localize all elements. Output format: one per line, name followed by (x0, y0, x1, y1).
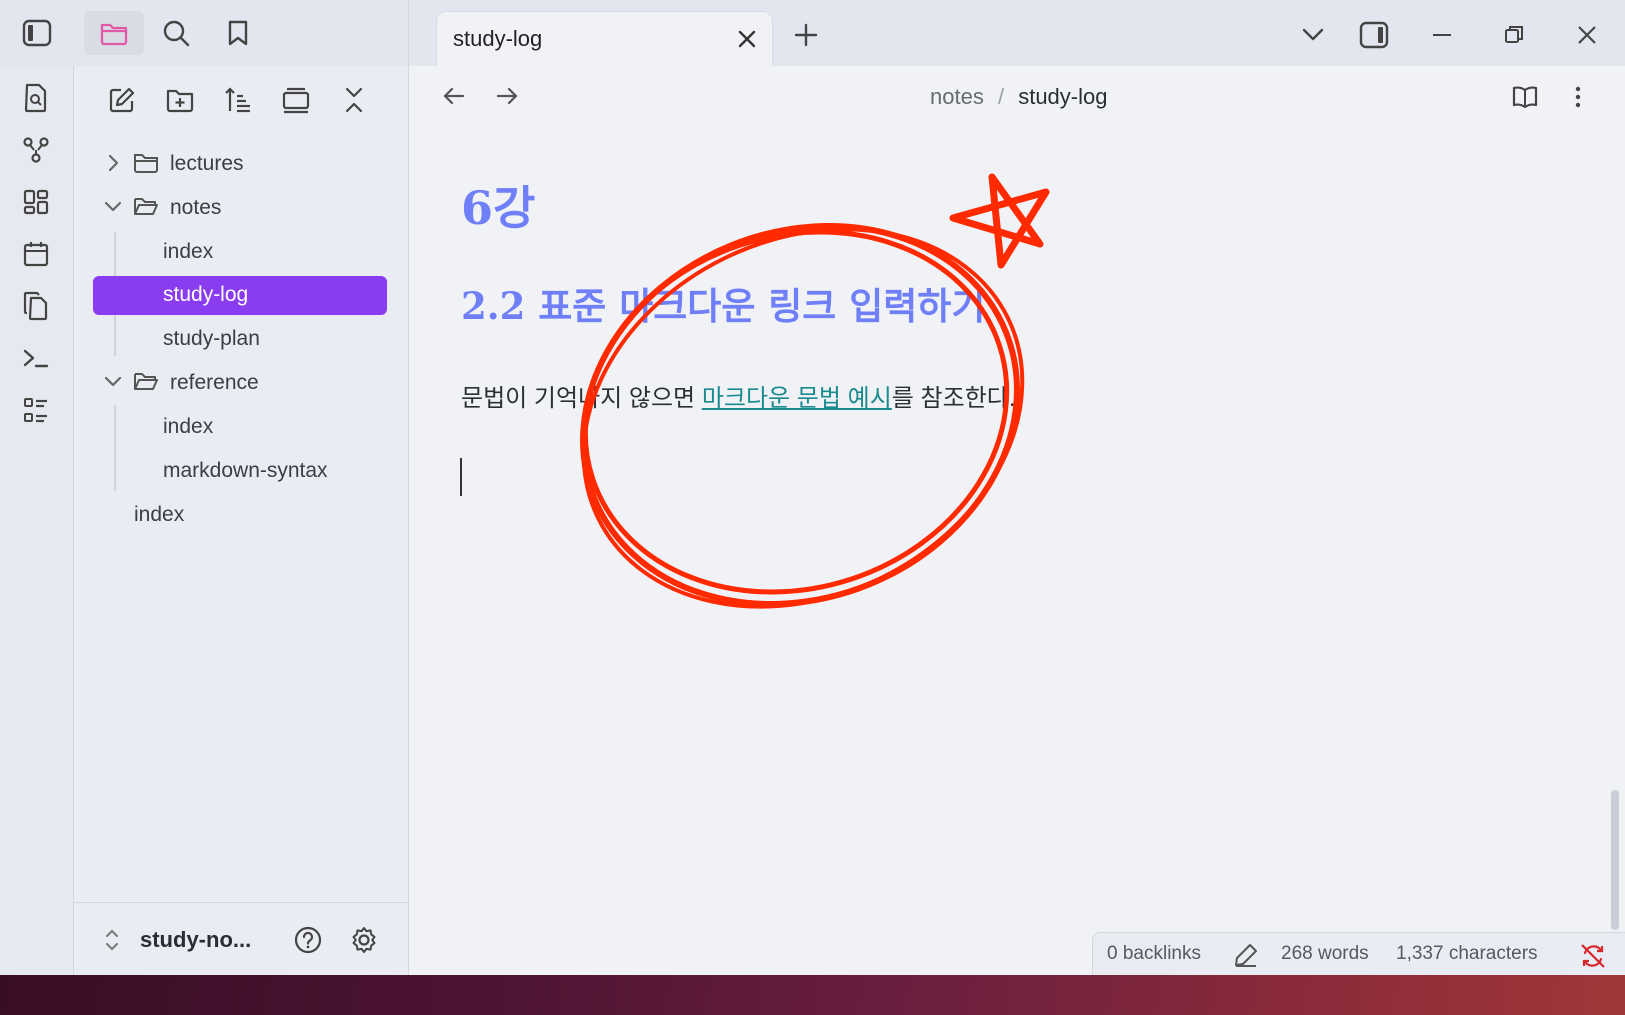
paragraph-text: 문법이 기억나지 않으면 (461, 385, 702, 412)
internal-link[interactable]: 마크다운 문법 예시 (702, 385, 892, 412)
vault-name[interactable]: study-no... (140, 927, 251, 953)
terminal-icon[interactable] (18, 340, 54, 376)
tab-label: study-log (453, 26, 543, 51)
bookmark-icon[interactable] (219, 14, 257, 52)
ribbon-top (0, 0, 409, 66)
collapse-icon[interactable] (336, 82, 372, 118)
canvas-icon[interactable] (18, 184, 54, 220)
tree-guide-line (114, 405, 116, 491)
editor-pane (409, 66, 1625, 975)
forward-arrow-icon[interactable] (491, 80, 523, 112)
minimize-icon[interactable] (1423, 16, 1461, 54)
folder-label: reference (170, 371, 259, 394)
file-index[interactable]: index (163, 415, 213, 439)
restore-icon[interactable] (1495, 16, 1533, 54)
file-study-plan[interactable]: study-plan (163, 327, 260, 351)
file-index-root[interactable]: index (134, 503, 184, 527)
breadcrumb: notes / study-log (930, 84, 1107, 110)
search-icon[interactable] (157, 14, 195, 52)
paragraph: 문법이 기억나지 않으면 마크다운 문법 예시를 참조한다. (461, 378, 1016, 413)
sort-icon[interactable] (220, 82, 256, 118)
help-icon[interactable] (291, 923, 325, 957)
right-sidebar-toggle-icon[interactable] (1355, 16, 1393, 54)
settings-gear-icon[interactable] (347, 923, 381, 957)
new-note-icon[interactable] (104, 82, 140, 118)
edit-pencil-icon[interactable] (1233, 942, 1259, 968)
new-folder-icon[interactable] (162, 82, 198, 118)
app-window: study-log lectures notes index study-log… (0, 0, 1625, 976)
breadcrumb-parent[interactable]: notes (930, 84, 984, 109)
left-ribbon (0, 66, 74, 975)
status-bar: 0 backlinks 268 words 1,337 characters (1092, 932, 1625, 976)
reading-view-book-icon[interactable] (1508, 80, 1542, 114)
breadcrumb-separator: / (997, 84, 1005, 109)
word-count: 268 words (1281, 943, 1369, 964)
back-arrow-icon[interactable] (438, 80, 470, 112)
file-markdown-syntax[interactable]: markdown-syntax (163, 459, 328, 483)
folder-label: notes (170, 196, 222, 219)
chevron-updown-icon[interactable] (104, 927, 120, 953)
file-index[interactable]: index (163, 240, 213, 264)
editor-scrollbar[interactable] (1611, 790, 1619, 930)
graph-icon[interactable] (18, 132, 54, 168)
backlinks-count[interactable]: 0 backlinks (1107, 943, 1201, 965)
file-study-log[interactable]: study-log (163, 283, 248, 307)
tab-study-log[interactable]: study-log (436, 11, 773, 68)
folder-icon[interactable] (84, 11, 144, 55)
new-tab-icon[interactable] (790, 19, 822, 51)
character-count: 1,337 characters (1396, 943, 1538, 964)
breadcrumb-current[interactable]: study-log (1018, 84, 1107, 109)
close-icon[interactable] (733, 25, 761, 53)
sidebar-toggle-icon[interactable] (18, 14, 56, 52)
list-icon[interactable] (18, 392, 54, 428)
text-cursor (460, 458, 462, 496)
more-options-icon[interactable] (1563, 80, 1593, 114)
chevron-down-icon[interactable] (1297, 19, 1329, 51)
heading-1: 6강 (461, 181, 536, 235)
calendar-icon[interactable] (18, 236, 54, 272)
folder-label: lectures (170, 152, 244, 175)
file-search-icon[interactable] (18, 80, 54, 116)
window-close-icon[interactable] (1568, 16, 1606, 54)
sync-disabled-icon[interactable] (1579, 942, 1607, 970)
desktop-background (0, 975, 1625, 1015)
copy-icon[interactable] (18, 288, 54, 324)
heading-2: 2.2 표준 마크다운 링크 입력하기 (461, 284, 986, 328)
vault-switcher-bar: study-no... (74, 902, 408, 976)
paragraph-text: 를 참조한다. (891, 385, 1016, 412)
collapse-all-icon[interactable] (278, 82, 314, 118)
file-explorer (74, 66, 409, 975)
